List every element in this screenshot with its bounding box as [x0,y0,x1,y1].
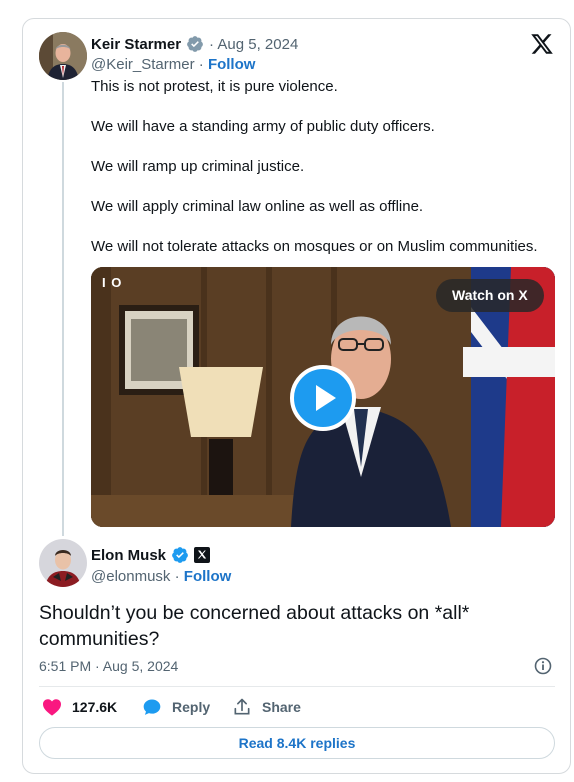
reply-post-header: Elon Musk [91,546,211,564]
elon-musk-avatar[interactable] [39,539,87,587]
play-button[interactable] [290,365,356,431]
follow-button[interactable]: Follow [184,568,232,585]
author-name[interactable]: Keir Starmer [91,36,181,53]
paragraph: We will have a standing army of public d… [91,118,435,135]
reply-button[interactable]: Reply [142,696,210,718]
divider [39,686,555,687]
original-post-header: Keir Starmer · Aug 5, 2024 [91,35,298,53]
author-handle[interactable]: @Keir_Starmer [91,56,195,73]
author-name[interactable]: Elon Musk [91,547,166,564]
post-timestamp[interactable]: 6:51 PM · Aug 5, 2024 [39,658,178,674]
x-logo-icon[interactable] [530,32,554,56]
paragraph: We will not tolerate attacks on mosques … [91,238,538,255]
keir-starmer-avatar[interactable] [39,32,87,80]
share-label: Share [262,699,301,715]
follow-button[interactable]: Follow [208,56,256,73]
separator: · [194,56,208,73]
verified-gray-badge-icon [187,36,203,52]
original-post-handle-row: @Keir_Starmer · Follow [91,56,255,73]
separator: · [170,568,184,585]
info-icon[interactable] [534,657,552,675]
author-handle[interactable]: @elonmusk [91,568,170,585]
read-replies-button[interactable]: Read 8.4K replies [39,727,555,759]
video-overlay-mark: I O [102,275,123,290]
x-affiliate-badge-icon [194,547,211,563]
paragraph: We will ramp up criminal justice. [91,158,305,175]
paragraph: We will apply criminal law online as wel… [91,198,424,215]
share-button[interactable]: Share [232,696,301,718]
paragraph: This is not protest, it is pure violence… [91,78,338,95]
post-date[interactable]: · Aug 5, 2024 [209,36,298,53]
heart-icon [43,699,61,716]
thread-line [62,82,64,536]
reply-label: Reply [172,699,211,715]
reply-post-text: Shouldn’t you be concerned about attacks… [39,602,470,650]
verified-blue-badge-icon [172,547,188,563]
like-button[interactable]: 127.6K [42,696,117,718]
like-count: 127.6K [72,699,118,715]
watch-on-x-button[interactable]: Watch on X [436,279,544,312]
play-icon [316,385,336,411]
share-icon [234,698,250,715]
reply-post-handle-row: @elonmusk · Follow [91,568,231,585]
reply-bubble-icon [143,699,161,715]
original-post-text: This is not protest, it is pure violence… [91,77,561,277]
